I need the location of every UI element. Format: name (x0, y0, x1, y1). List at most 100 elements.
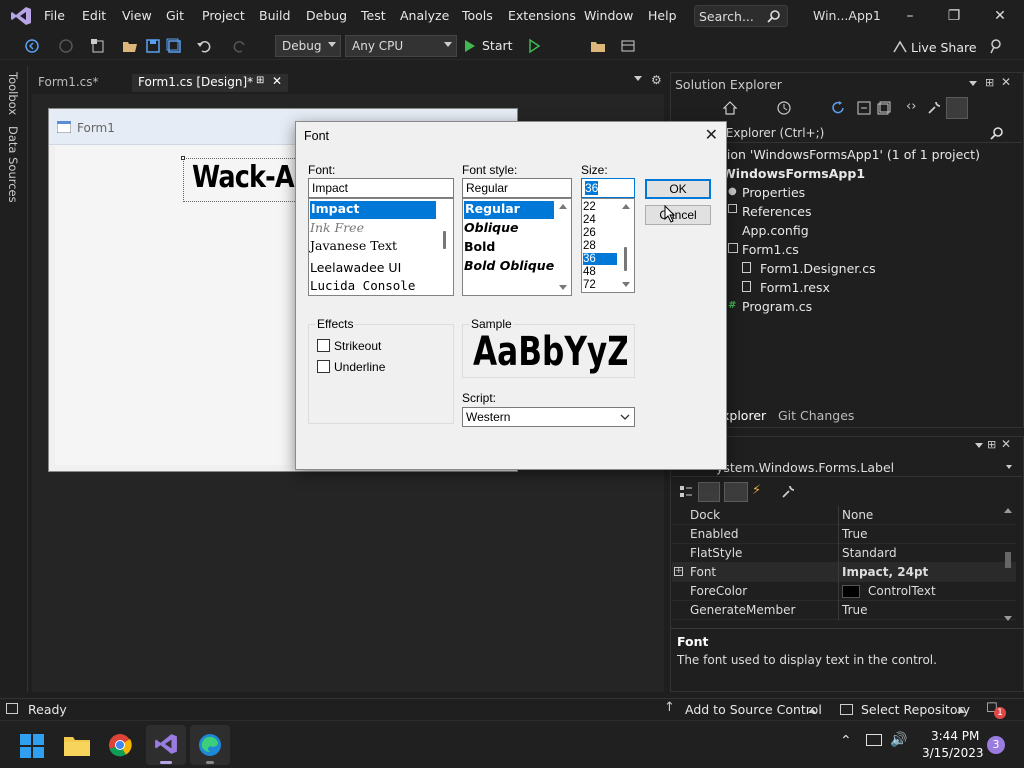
property-value[interactable]: Impact, 24pt (842, 565, 928, 579)
pin-icon[interactable]: ⊞ (985, 76, 994, 89)
close-dialog-icon[interactable]: ✕ (705, 125, 718, 145)
taskbar-visual-studio[interactable] (146, 725, 186, 765)
close-panel-icon[interactable]: ✕ (1001, 437, 1011, 451)
font-style-list[interactable]: Regular Oblique Bold Bold Oblique (462, 198, 572, 296)
categorized-icon[interactable] (678, 484, 694, 500)
menu-help[interactable]: Help (648, 8, 677, 23)
menu-tools[interactable]: Tools (462, 8, 493, 23)
cancel-button[interactable]: Cancel (645, 205, 711, 225)
folder-icon[interactable] (590, 38, 606, 54)
list-item[interactable]: Bold (464, 239, 495, 254)
collapse-all-icon[interactable] (856, 100, 872, 116)
tree-appconfig-node[interactable]: App.config (742, 223, 809, 238)
save-icon[interactable] (145, 38, 161, 54)
ok-button[interactable]: OK (645, 179, 711, 199)
property-row-font[interactable]: + Font Impact, 24pt (672, 563, 1016, 582)
menu-extensions[interactable]: Extensions (508, 8, 576, 23)
scroll-thumb[interactable] (1005, 552, 1011, 568)
panel-menu-icon[interactable] (969, 81, 977, 86)
list-item[interactable]: 26 (583, 227, 596, 239)
config-dropdown[interactable]: Debug (275, 35, 341, 57)
clock-date[interactable]: 3/15/2023 (922, 746, 984, 760)
scroll-thumb[interactable] (624, 247, 627, 271)
property-value[interactable]: True (842, 603, 868, 617)
menu-file[interactable]: File (44, 8, 65, 23)
menu-edit[interactable]: Edit (82, 8, 106, 23)
tab-solution-explorer[interactable]: xplorer (722, 408, 766, 423)
tab-form1-code[interactable]: Form1.cs* (32, 74, 132, 92)
scroll-up-icon[interactable] (1004, 508, 1012, 513)
alphabetical-button[interactable] (698, 482, 720, 502)
search-box[interactable]: Search... (694, 5, 788, 27)
tree-program-node[interactable]: Program.cs (742, 299, 812, 314)
undo-icon[interactable] (196, 38, 212, 54)
file-explorer-icon[interactable] (64, 734, 90, 756)
list-item[interactable]: 36 (583, 253, 617, 265)
list-item[interactable]: Ink Free (310, 220, 364, 235)
tab-overflow-icon[interactable] (634, 76, 642, 81)
platform-dropdown[interactable]: Any CPU (345, 35, 457, 57)
property-row[interactable]: Enabled True (672, 525, 1016, 544)
list-item[interactable]: 72 (583, 279, 596, 291)
strikeout-checkbox[interactable] (317, 339, 330, 352)
open-folder-icon[interactable] (122, 38, 138, 54)
font-style-input[interactable]: Regular (462, 178, 572, 198)
size-list[interactable]: 22 24 26 28 36 48 72 (581, 198, 635, 293)
property-value[interactable]: ControlText (868, 584, 936, 598)
menu-window[interactable]: Window (584, 8, 633, 23)
list-item[interactable]: Regular (464, 201, 554, 219)
script-dropdown[interactable]: Western (462, 407, 635, 427)
volume-icon[interactable]: 🔊 (890, 732, 907, 748)
windows-start-icon[interactable] (20, 734, 44, 758)
feedback-icon[interactable] (988, 38, 1004, 54)
history-icon[interactable] (776, 100, 792, 116)
minimize-button[interactable]: – (900, 6, 920, 26)
forward-icon[interactable] (58, 38, 74, 54)
layout-icon[interactable] (620, 38, 636, 54)
list-item[interactable]: Lucida Console (310, 278, 415, 293)
panel-menu-icon[interactable] (975, 443, 983, 448)
property-value[interactable]: Standard (842, 546, 897, 560)
close-tab-icon[interactable]: ✕ (272, 74, 282, 88)
menu-build[interactable]: Build (259, 8, 290, 23)
property-row[interactable]: FlatStyle Standard (672, 544, 1016, 563)
menu-test[interactable]: Test (361, 8, 386, 23)
taskbar-edge[interactable] (190, 725, 230, 765)
live-share-icon[interactable] (892, 38, 908, 54)
restore-button[interactable]: ❐ (944, 6, 964, 26)
menu-view[interactable]: View (122, 8, 152, 23)
properties-scrollbar[interactable] (1002, 508, 1014, 624)
back-icon[interactable] (24, 38, 40, 54)
chevron-up-icon[interactable]: ⌃ (840, 733, 852, 749)
tab-git-changes[interactable]: Git Changes (778, 408, 854, 423)
show-all-files-icon[interactable] (876, 100, 892, 116)
add-to-source-control-button[interactable]: Add to Source Control (685, 702, 822, 717)
code-view-icon[interactable]: ‹› (906, 99, 916, 114)
settings-gear-icon[interactable]: ⚙ (651, 73, 662, 87)
select-repository-button[interactable]: Select Repository (861, 702, 970, 717)
list-item[interactable]: Bold Oblique (464, 258, 554, 273)
tree-form1-node[interactable]: Form1.cs (742, 242, 799, 257)
list-item[interactable]: 48 (583, 266, 596, 278)
network-icon[interactable] (866, 734, 882, 746)
start-without-debug-icon[interactable] (526, 38, 542, 54)
pin-icon[interactable]: ⊞ (256, 75, 264, 86)
menu-analyze[interactable]: Analyze (400, 8, 449, 23)
size-input[interactable]: 36 (581, 178, 635, 198)
tree-solution-node[interactable]: tion 'WindowsFormsApp1' (1 of 1 project) (722, 147, 980, 162)
toolbox-tab[interactable]: Toolbox (6, 72, 20, 115)
tab-form1-design[interactable]: Form1.cs [Design]* ⊞ ✕ (132, 74, 288, 92)
size-list-scrollbar[interactable] (618, 199, 634, 292)
property-pages-icon[interactable] (780, 484, 796, 500)
properties-view-button[interactable] (724, 482, 748, 502)
menu-git[interactable]: Git (166, 8, 184, 23)
property-row[interactable]: ForeColor ControlText (672, 582, 1016, 601)
refresh-icon[interactable] (830, 100, 846, 116)
designer-label[interactable]: Wack-A- (192, 160, 304, 195)
tree-form1-resx-node[interactable]: Form1.resx (760, 280, 830, 295)
expand-icon[interactable]: + (674, 567, 683, 576)
menu-project[interactable]: Project (202, 8, 245, 23)
notification-count-badge[interactable]: 3 (987, 736, 1005, 754)
underline-checkbox[interactable] (317, 360, 330, 373)
list-item[interactable]: Javanese Text (310, 238, 397, 253)
